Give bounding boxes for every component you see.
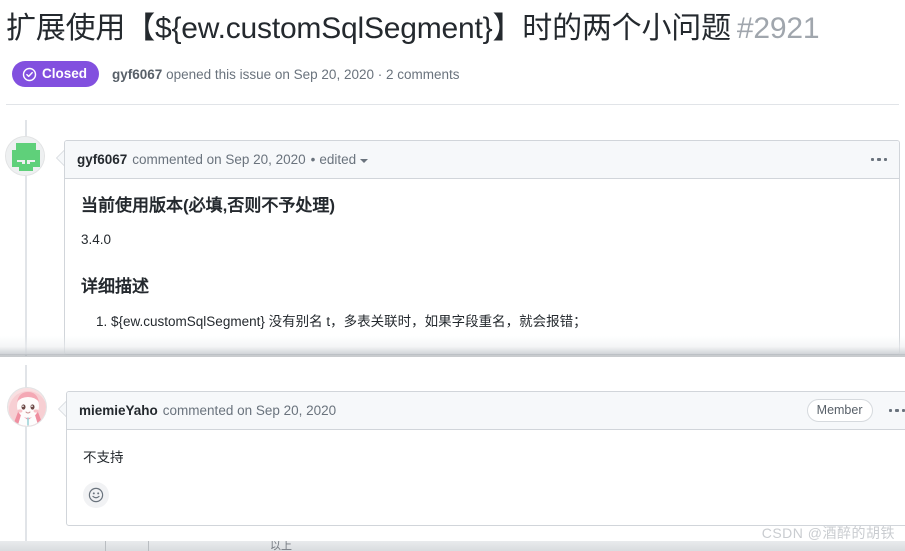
issue-title-text: 扩展使用【${ew.customSqlSegment}】时的两个小问题 (6, 12, 731, 45)
comment-version-value: 3.4.0 (81, 232, 112, 248)
screenshot-seam-line (0, 355, 905, 357)
comment-header-actions: Member (806, 399, 905, 422)
comment-text: 不支持 (83, 450, 124, 465)
smiley-add-reaction-icon[interactable] (83, 482, 109, 508)
issue-meta-detail: opened this issue on Sep 20, 2020 · 2 co… (162, 66, 460, 82)
issue-header: 扩展使用【${ew.customSqlSegment}】时的两个小问题 #2921… (0, 0, 905, 87)
comment-timestamp[interactable]: commented on Sep 20, 2020 (132, 152, 305, 167)
header-divider (6, 104, 899, 105)
cutoff-glyph: 以上 (270, 541, 292, 551)
comment-author-link[interactable]: miemieYaho (79, 403, 158, 418)
comment-heading-description: 详细描述 (81, 277, 149, 297)
csdn-watermark: CSDN @酒醉的胡铁 (761, 525, 895, 541)
comment-heading-version: 当前使用版本(必填,否则不予处理) (81, 196, 336, 215)
issue-meta-row: Closed gyf6067 opened this issue on Sep … (6, 61, 895, 87)
role-badge[interactable]: Member (806, 399, 873, 422)
status-badge[interactable]: Closed (12, 61, 100, 87)
comment-header: gyf6067 commented on Sep 20, 2020 • edit… (65, 141, 899, 179)
comment-tail-fill (59, 402, 66, 416)
list-item: ${ew.customSqlSegment} 没有别名 t，多表关联时，如果字段… (111, 311, 883, 333)
edited-dropdown[interactable]: edited (319, 152, 369, 167)
edited-label: edited (319, 152, 357, 167)
page-title: 扩展使用【${ew.customSqlSegment}】时的两个小问题 #2921 (6, 8, 895, 50)
comment-tail-fill (57, 151, 64, 165)
comment-card: gyf6067 commented on Sep 20, 2020 • edit… (64, 140, 900, 355)
check-circle-icon (22, 67, 37, 82)
issue-meta-text: gyf6067 opened this issue on Sep 20, 202… (112, 67, 459, 82)
kebab-menu-icon[interactable] (887, 405, 905, 417)
avatar[interactable] (7, 387, 47, 427)
identicon-avatar (6, 137, 44, 175)
comment-card: miemieYaho commented on Sep 20, 2020 Mem… (66, 391, 905, 526)
comment-separator: • (310, 152, 316, 167)
kebab-menu-icon[interactable] (869, 154, 890, 166)
comment-timestamp[interactable]: commented on Sep 20, 2020 (163, 403, 336, 418)
avatar[interactable] (5, 136, 45, 176)
comment-header-actions (869, 154, 890, 166)
comment-author-link[interactable]: gyf6067 (77, 152, 127, 167)
issue-author-link[interactable]: gyf6067 (112, 67, 162, 82)
status-badge-label: Closed (42, 66, 88, 81)
comment-issue-list: ${ew.customSqlSegment} 没有别名 t，多表关联时，如果字段… (81, 311, 883, 333)
anime-avatar (8, 388, 46, 426)
reactions-bar (67, 474, 905, 520)
comment-header: miemieYaho commented on Sep 20, 2020 Mem… (67, 392, 905, 430)
issue-number: #2921 (736, 12, 820, 45)
issue-page: 扩展使用【${ew.customSqlSegment}】时的两个小问题 #2921… (0, 0, 905, 551)
comment-body: 不支持 (67, 430, 905, 474)
comment-body: 当前使用版本(必填,否则不予处理) 3.4.0 详细描述 ${ew.custom… (65, 179, 899, 345)
chevron-down-icon (360, 158, 369, 163)
